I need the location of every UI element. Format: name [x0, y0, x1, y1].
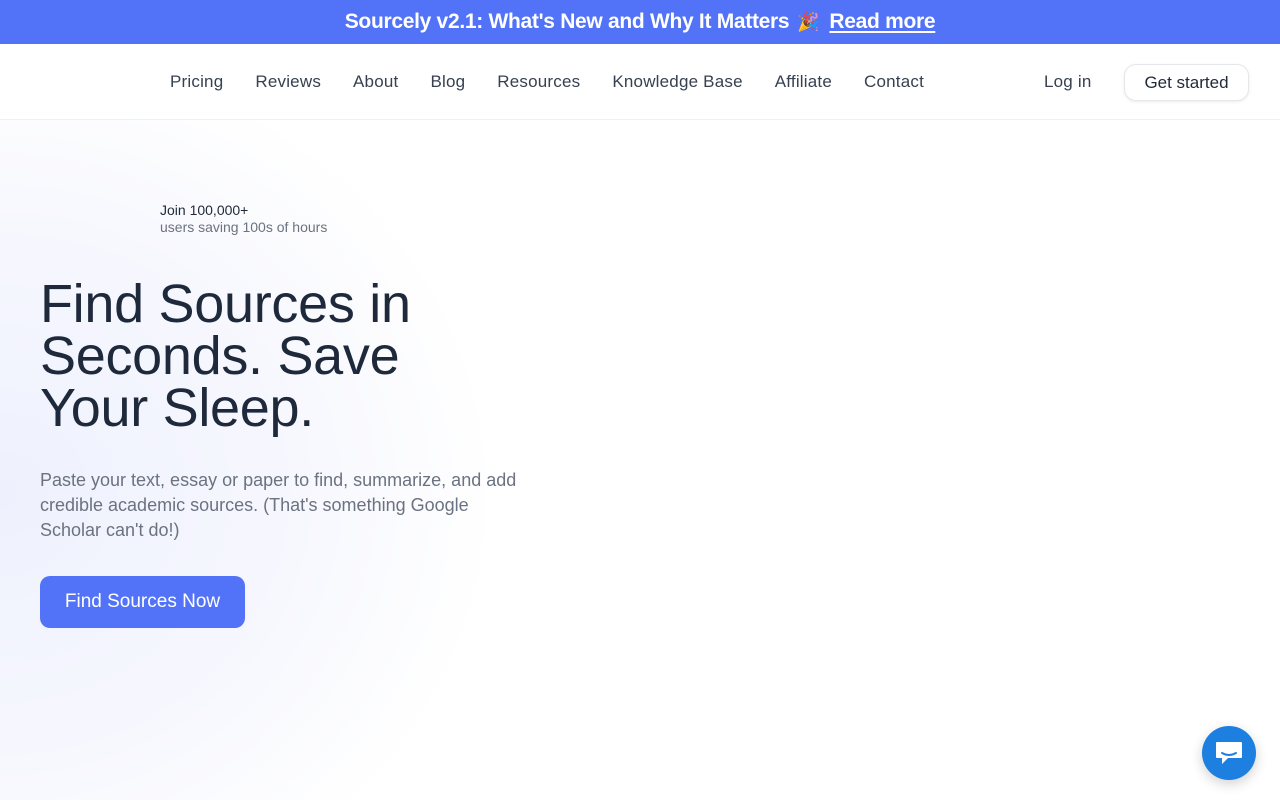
announcement-text: Sourcely v2.1: What's New and Why It Mat…	[344, 10, 790, 33]
nav-link-about[interactable]: About	[337, 72, 414, 92]
login-link[interactable]: Log in	[1044, 44, 1092, 120]
nav-link-reviews[interactable]: Reviews	[239, 72, 337, 92]
nav-link-resources[interactable]: Resources	[481, 72, 596, 92]
chat-bubble-icon	[1216, 742, 1242, 764]
nav-links: Pricing Reviews About Blog Resources Kno…	[154, 44, 940, 120]
nav-link-blog[interactable]: Blog	[414, 72, 481, 92]
get-started-button[interactable]: Get started	[1124, 64, 1249, 101]
nav-link-affiliate[interactable]: Affiliate	[759, 72, 848, 92]
social-proof-caption: users saving 100s of hours	[160, 219, 328, 235]
read-more-link[interactable]: Read more	[829, 10, 935, 34]
chat-widget-button[interactable]	[1202, 726, 1256, 780]
nav-link-pricing[interactable]: Pricing	[154, 72, 239, 92]
find-sources-button[interactable]: Find Sources Now	[40, 576, 245, 628]
nav-link-knowledge-base[interactable]: Knowledge Base	[596, 72, 758, 92]
social-proof: Join 100,000+ users saving 100s of hours	[160, 202, 327, 236]
party-popper-icon: 🎉	[797, 11, 820, 32]
social-proof-count: Join 100,000+	[160, 202, 249, 218]
announcement-bar: Sourcely v2.1: What's New and Why It Mat…	[0, 0, 1280, 44]
nav-link-contact[interactable]: Contact	[848, 72, 940, 92]
hero-title: Find Sources in Seconds. Save Your Sleep…	[40, 274, 411, 438]
hero-subtitle: Paste your text, essay or paper to find,…	[40, 470, 517, 540]
top-navigation: Pricing Reviews About Blog Resources Kno…	[0, 44, 1280, 120]
